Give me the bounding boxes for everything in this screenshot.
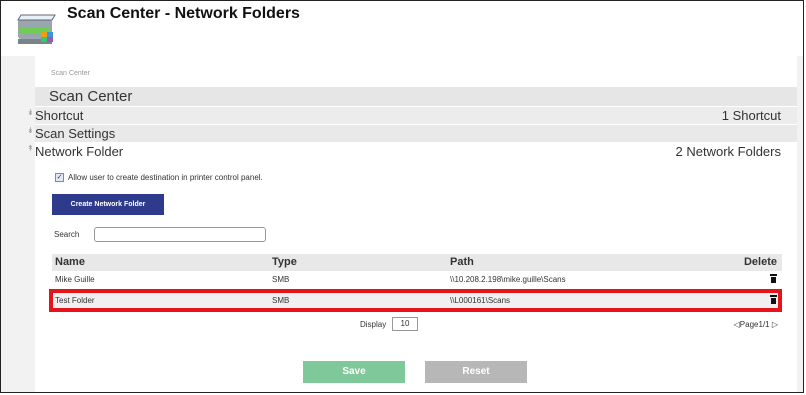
search-input[interactable] <box>94 227 266 242</box>
folder-type: SMB <box>272 275 290 284</box>
accordion-label: Shortcut <box>35 108 84 123</box>
page-title: Scan Center - Network Folders <box>67 5 300 22</box>
folder-name[interactable]: Test Folder <box>55 296 95 305</box>
pagination[interactable]: ◁Page1/1 ▷ <box>734 320 778 329</box>
accordion-scan-settings[interactable]: ↡ Scan Settings <box>27 125 797 142</box>
table-header: Name Type Path Delete <box>52 254 782 271</box>
folder-path: \\L000161\Scans <box>450 296 511 305</box>
allow-create-checkbox[interactable]: ✓ <box>55 173 64 183</box>
accordion-count: 1 Shortcut <box>721 108 781 123</box>
trash-icon[interactable] <box>770 295 777 304</box>
trash-icon[interactable] <box>770 274 777 283</box>
scanner-icon <box>17 14 56 44</box>
display-label: Display <box>360 320 387 329</box>
header-bar: Scan Center - Network Folders <box>1 1 803 55</box>
table-row[interactable]: Mike Guille SMB \\10.208.2.198\mike.guil… <box>52 272 782 287</box>
create-network-folder-button[interactable]: Create Network Folder <box>52 194 164 215</box>
display-count-input[interactable]: 10 <box>392 317 418 331</box>
column-name[interactable]: Name <box>55 256 85 268</box>
accordion-network-folder[interactable]: ↟ Network Folder 2 Network Folders <box>27 143 797 161</box>
folder-type: SMB <box>272 296 290 305</box>
section-title: Scan Center <box>49 88 133 105</box>
reset-button[interactable]: Reset <box>425 361 527 383</box>
column-path[interactable]: Path <box>450 256 474 268</box>
accordion-count: 2 Network Folders <box>675 144 781 159</box>
section-header: Scan Center <box>35 87 797 106</box>
accordion-label: Scan Settings <box>35 126 116 141</box>
folder-name[interactable]: Mike Guille <box>55 275 95 284</box>
accordion-shortcut[interactable]: ↡ Shortcut 1 Shortcut <box>27 107 797 124</box>
highlight-box <box>49 289 782 312</box>
chevron-down-icon: ↡ <box>27 126 34 135</box>
search-label: Search <box>54 230 80 239</box>
folder-path: \\10.208.2.198\mike.guille\Scans <box>450 275 566 284</box>
chevron-up-icon: ↟ <box>27 144 34 153</box>
chevron-down-icon: ↡ <box>27 108 34 117</box>
allow-create-row: ✓ Allow user to create destination in pri… <box>55 173 263 183</box>
table-row[interactable]: Test Folder SMB \\L000161\Scans <box>49 289 782 312</box>
column-type[interactable]: Type <box>272 256 297 268</box>
content-area: Scan Center Scan Center ↡ Shortcut 1 Sho… <box>1 56 803 392</box>
main-panel: Scan Center Scan Center ↡ Shortcut 1 Sho… <box>27 56 797 392</box>
breadcrumb[interactable]: Scan Center <box>51 70 90 77</box>
save-button[interactable]: Save <box>303 361 405 383</box>
accordion-label: Network Folder <box>35 144 124 159</box>
column-delete: Delete <box>743 256 777 268</box>
allow-create-label: Allow user to create destination in prin… <box>68 173 263 182</box>
